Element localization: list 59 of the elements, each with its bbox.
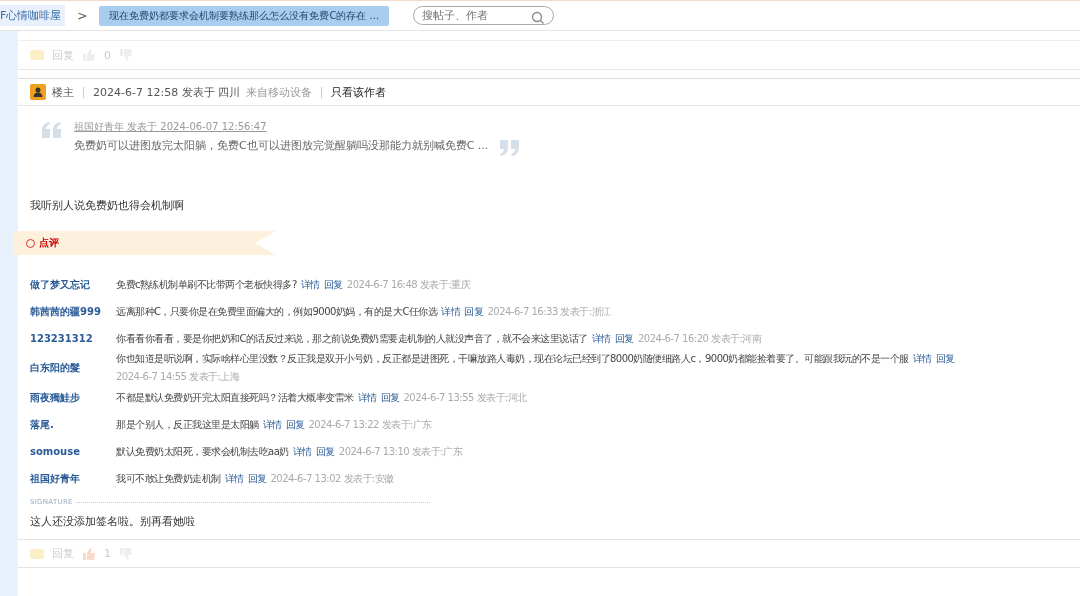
detail-link[interactable]: 详情: [441, 304, 461, 319]
reply-link[interactable]: 回复: [315, 444, 335, 459]
forum-link[interactable]: F心情咖啡屋: [0, 5, 66, 26]
detail-link[interactable]: 详情: [262, 417, 282, 432]
commenter-link[interactable]: 雨夜獨鮭步: [30, 390, 116, 405]
reply-link[interactable]: 回复: [615, 331, 634, 346]
commenter-link[interactable]: 祖国好青年: [30, 471, 116, 486]
thread-title-link[interactable]: 现在免费奶都要求会机制要熟练那么怎么没有免费C的存在 ...: [99, 5, 390, 26]
commenter-link[interactable]: somouse: [30, 446, 116, 457]
detail-link[interactable]: 详情: [300, 277, 320, 292]
signature-text: 这人还没添加签名啦。别再看她啦: [29, 514, 196, 530]
detail-link[interactable]: 详情: [357, 390, 377, 405]
comment-text: 不都是默认免费奶开完太阳直接死吗？活着大概率变雷米: [116, 390, 354, 405]
comment-text: 免费c熟练机制单刷不比带两个老板快得多?: [116, 277, 297, 292]
commenter-link[interactable]: 落尾.: [30, 417, 116, 432]
only-author-link[interactable]: 只看该作者: [331, 84, 387, 100]
comment-text: 你也知道是听说啊，实际啥样心里没数？反正我是双开小号奶，反正都是进图死，干嘛放路人毒奶，现在论坛已经到了8000奶随便细路人c，9000奶都能捡着要了。可能跟我玩的不是一个服: [116, 352, 909, 366]
quote-close-icon: [500, 140, 521, 156]
post-time: 2024-6-7 12:58 发表于 四川: [93, 84, 241, 100]
detail-link[interactable]: 详情: [224, 471, 244, 486]
comment-meta: 2024-6-7 16:20 发表于:河南: [638, 331, 762, 346]
search-icon[interactable]: [531, 11, 546, 25]
comment-meta: 2024-6-7 16:33 发表于:浙江: [487, 304, 611, 319]
comment-meta: 2024-6-7 13:22 发表于:广东: [308, 417, 432, 432]
post-device: 来自移动设备: [246, 84, 313, 100]
comment-text: 我可不敢让免费奶走机制: [116, 471, 221, 486]
comment-icon[interactable]: [30, 49, 44, 61]
commenter-link[interactable]: 123231312: [30, 333, 116, 344]
comment-text: 远离那种C，只要你是在免费里面偏大的，例如9000奶妈，有的是大C任你选: [116, 304, 438, 319]
reply-link[interactable]: 回复: [323, 277, 343, 292]
reply-link[interactable]: 回复: [464, 304, 484, 319]
comment-icon[interactable]: [30, 547, 44, 560]
detail-link[interactable]: 详情: [912, 352, 932, 366]
breadcrumb-separator: >: [77, 8, 88, 23]
comment-text: 那是个别人，反正我这里是太阳躺: [116, 417, 259, 432]
commenter-link[interactable]: 做了梦又忘记: [30, 277, 116, 292]
reply-link[interactable]: 回复: [285, 417, 305, 432]
search-field[interactable]: 搜帖子、作者: [413, 6, 555, 25]
commenter-link[interactable]: 白东阳的髮: [30, 361, 116, 375]
comment-meta: 2024-6-7 13:10 发表于:广东: [338, 444, 463, 459]
author-role: 楼主: [52, 84, 74, 100]
quote-open-icon: [42, 122, 62, 138]
quote-text: 免费奶可以进图放完太阳躺，免费C也可以进图放完觉醒躺吗没那能力就别喊免费C ...: [74, 138, 489, 153]
reply-link[interactable]: 回复: [380, 390, 400, 405]
thumbs-up-icon[interactable]: [82, 546, 96, 561]
comment-meta: 2024-6-7 16:48 发表于:重庆: [346, 277, 471, 292]
reply-link[interactable]: 回复: [247, 471, 267, 486]
comment-text: 默认免费奶太阳死，要求会机制去吃aa奶: [116, 444, 289, 459]
detail-link[interactable]: 详情: [592, 331, 611, 346]
rating-label: 点评: [39, 236, 59, 250]
commenter-link[interactable]: 韩茜茜的疆999: [30, 304, 116, 319]
detail-link[interactable]: 详情: [292, 444, 312, 459]
user-avatar-icon: [30, 84, 46, 100]
comment-meta: 2024-6-7 13:02 发表于:安徽: [270, 471, 394, 486]
comment-text: 你看看你看看，要是你把奶和C的话反过来说，那之前说免费奶需要走机制的人就没声音了，就不会来这里说话了: [116, 331, 588, 346]
reply-link[interactable]: 回复: [935, 352, 955, 366]
post-text: 我听别人说免费奶也得会机制啊: [30, 198, 185, 213]
comment-meta: 2024-6-7 14:55 发表于:上海: [116, 370, 240, 384]
comment-meta: 2024-6-7 13:55 发表于:河北: [403, 390, 527, 405]
